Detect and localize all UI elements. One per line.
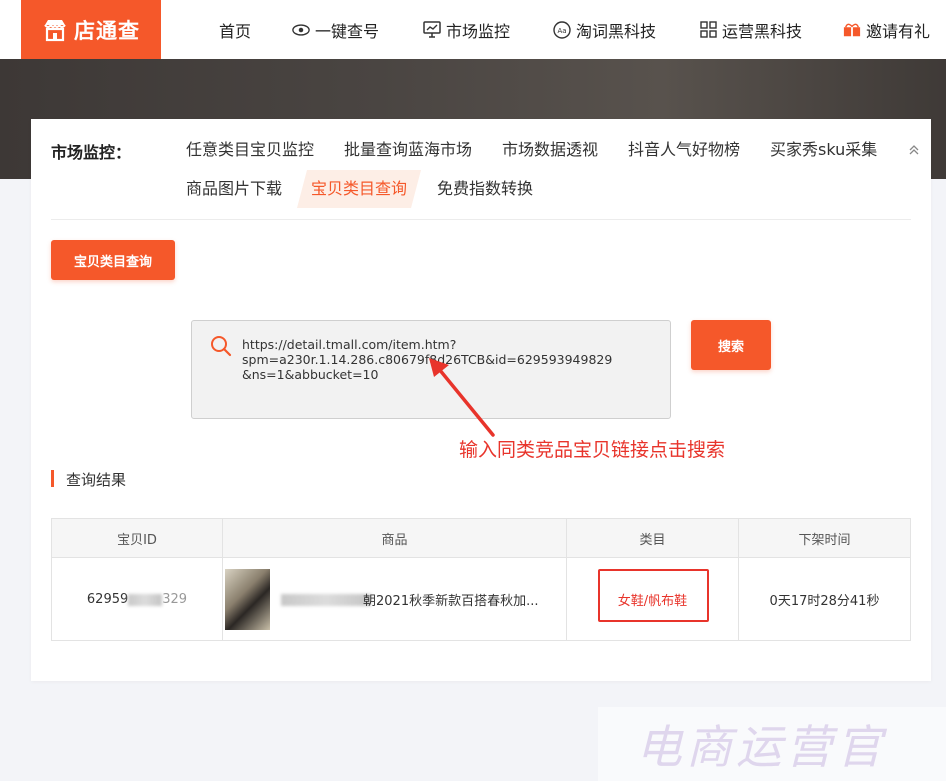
grid-icon (699, 21, 717, 39)
col-delist-time: 下架时间 (798, 532, 851, 548)
product-title: 朝2021秋季新款百搭春秋加... (363, 594, 539, 609)
gift-icon (843, 21, 861, 39)
results-title: 查询结果 (66, 471, 127, 489)
svg-text:Aa: Aa (557, 27, 566, 35)
nav-home-label: 首页 (219, 21, 252, 41)
cell-delist-time: 0天17时28分41秒 (769, 594, 880, 609)
tab-douyin-popular[interactable]: 抖音人气好物榜 (628, 131, 740, 169)
item-id-suffix: 329 (162, 592, 188, 607)
monitor-icon (423, 21, 441, 39)
annotation-arrow (429, 358, 495, 437)
nav-home[interactable]: 首页 (219, 0, 251, 59)
item-category-query-button[interactable]: 宝贝类目查询 (51, 240, 175, 280)
tab-batch-blue-ocean[interactable]: 批量查询蓝海市场 (344, 131, 472, 169)
tab-item-category-query[interactable]: 宝贝类目查询 (297, 170, 421, 208)
tab-market-data-pivot[interactable]: 市场数据透视 (502, 131, 598, 169)
table-row: 62959 329 朝2021秋季新款百搭春秋加... 女鞋/帆布鞋 0天17时2… (52, 558, 910, 641)
section-marker (51, 470, 54, 487)
nav-ops-tech-label: 运营黑科技 (722, 21, 803, 41)
tab-any-category-monitor[interactable]: 任意类目宝贝监控 (186, 131, 314, 169)
results-table: 宝贝ID 商品 类目 下架时间 62959 329 朝2021秋季新款百搭春秋加.… (51, 518, 911, 641)
main-card: 市场监控： 任意类目宝贝监控 批量查询蓝海市场 市场数据透视 抖音人气好物榜 买… (31, 119, 931, 681)
watermark-text: 电商运营官 (636, 720, 886, 774)
nav-keyword-tech-label: 淘词黑科技 (576, 21, 657, 41)
nav-keyword-tech[interactable]: Aa 淘词黑科技 (553, 0, 656, 59)
brand-name: 店通查 (74, 18, 140, 43)
store-icon (42, 17, 68, 43)
table-header: 宝贝ID 商品 类目 下架时间 (52, 519, 910, 558)
market-monitor-label: 市场监控： (51, 143, 132, 162)
tab-image-download[interactable]: 商品图片下载 (186, 170, 282, 208)
product-thumbnail (225, 569, 270, 630)
blurred-region (281, 594, 371, 606)
top-nav: 店通查 首页 一键查号 市场监控 Aa 淘词黑科技 运营黑科技 邀请有礼 (0, 0, 946, 59)
col-item-id: 宝贝ID (52, 519, 223, 557)
col-product: 商品 (223, 519, 567, 557)
cell-product[interactable]: 朝2021秋季新款百搭春秋加... (223, 558, 567, 641)
cell-category: 女鞋/帆布鞋 (567, 558, 739, 641)
watermark: 电商运营官 (598, 707, 946, 781)
search-icon (210, 335, 232, 357)
col-category: 类目 (567, 519, 739, 557)
category-value: 女鞋/帆布鞋 (617, 594, 688, 609)
search-button[interactable]: 搜索 (691, 320, 771, 370)
brand-logo[interactable]: 店通查 (21, 0, 161, 59)
nav-invite-label: 邀请有礼 (866, 21, 931, 41)
nav-quick-check-label: 一键查号 (315, 21, 380, 41)
nav-market-monitor[interactable]: 市场监控 (423, 0, 510, 59)
nav-quick-check[interactable]: 一键查号 (292, 0, 379, 59)
tab-buyer-show-sku[interactable]: 买家秀sku采集 (770, 131, 877, 169)
blurred-region (128, 593, 163, 606)
eye-icon (292, 21, 310, 39)
item-id-prefix: 62959 (86, 592, 129, 607)
divider (51, 219, 911, 220)
annotation-text: 输入同类竞品宝贝链接点击搜索 (459, 439, 726, 461)
nav-market-monitor-label: 市场监控 (446, 21, 511, 41)
word-icon: Aa (553, 20, 571, 39)
nav-ops-tech[interactable]: 运营黑科技 (699, 0, 802, 59)
cell-item-id[interactable]: 62959 329 (52, 558, 223, 641)
nav-invite[interactable]: 邀请有礼 (843, 0, 930, 59)
chevron-up-icon[interactable] (906, 142, 922, 158)
tab-free-index-convert[interactable]: 免费指数转换 (437, 170, 533, 208)
